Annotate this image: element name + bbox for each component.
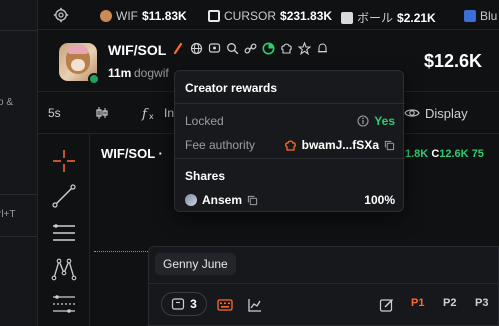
svg-text:f: f bbox=[141, 107, 149, 121]
locked-label: Locked bbox=[185, 114, 224, 128]
fib-levels-icon[interactable] bbox=[51, 292, 77, 318]
chef-hat-icon[interactable] bbox=[280, 42, 293, 55]
globe-icon[interactable] bbox=[190, 42, 203, 55]
bottom-panel: Genny June 3 P1 P2 P3 bbox=[148, 246, 499, 326]
pump-icon[interactable] bbox=[172, 42, 185, 55]
ticker-item-ball[interactable]: ボール $2.21K bbox=[341, 9, 436, 26]
ticker-price: $11.83K bbox=[142, 9, 187, 23]
token-action-icons bbox=[172, 42, 329, 55]
shares-title: Shares bbox=[185, 169, 226, 183]
fee-authority-row: Fee authority bwamJ...fSXa bbox=[185, 138, 395, 152]
count-value: 3 bbox=[190, 297, 197, 311]
sidebar-fragment-text: o & bbox=[0, 97, 14, 108]
svg-text:x: x bbox=[149, 112, 154, 121]
hat-image bbox=[68, 45, 88, 54]
locked-row: Locked Yes bbox=[185, 114, 395, 128]
cursor-token-icon bbox=[208, 10, 220, 22]
locked-status: Yes bbox=[357, 114, 395, 128]
timeframe-button[interactable]: 5s bbox=[48, 106, 61, 120]
fee-authority-value-group: bwamJ...fSXa bbox=[284, 138, 395, 152]
drawing-tools-panel bbox=[38, 134, 90, 326]
preset-p3-button[interactable]: P3 bbox=[475, 297, 488, 309]
ticker-price: $231.83K bbox=[280, 9, 333, 23]
copy-icon[interactable] bbox=[247, 195, 258, 206]
bottom-panel-toolbar: 3 P1 P2 P3 bbox=[149, 283, 499, 319]
ticker-price: $2.21K bbox=[397, 10, 436, 25]
ticker-name: WIF bbox=[116, 9, 138, 23]
holder-share: 100% bbox=[364, 193, 395, 207]
chart-symbol-label: WIF/SOL · bbox=[101, 146, 163, 161]
sidebar-shortcut-text: rl+T bbox=[0, 209, 16, 220]
ohlc-readout: 1.8K C12.6K 75 bbox=[405, 148, 484, 160]
left-sidebar-strip: o & rl+T bbox=[0, 0, 38, 326]
display-button[interactable]: Display bbox=[404, 105, 468, 121]
search-icon[interactable] bbox=[226, 42, 239, 55]
line-chart-icon[interactable] bbox=[247, 297, 263, 313]
token-handle[interactable]: dogwif bbox=[134, 66, 169, 80]
trend-line-icon[interactable] bbox=[51, 183, 77, 209]
fee-authority-address[interactable]: bwamJ...fSXa bbox=[302, 138, 379, 152]
ticker-name: ボール bbox=[357, 11, 394, 25]
popup-title: Creator rewards bbox=[185, 81, 278, 95]
horizontal-lines-icon[interactable] bbox=[51, 220, 77, 246]
holder-name[interactable]: Ansem bbox=[202, 193, 242, 207]
ticker-item-wif[interactable]: WIF $11.83K bbox=[100, 9, 187, 23]
share-holder-row: Ansem 100% bbox=[185, 193, 395, 207]
dog-face-image bbox=[71, 59, 85, 71]
sidebar-divider bbox=[0, 236, 38, 237]
count-button[interactable]: 3 bbox=[161, 292, 207, 316]
ball-token-icon bbox=[341, 11, 353, 24]
keyboard-icon[interactable] bbox=[217, 297, 233, 313]
info-icon[interactable] bbox=[357, 115, 369, 127]
box-icon bbox=[172, 298, 185, 310]
candlestick-icon[interactable] bbox=[94, 105, 110, 121]
ticker-name: Blu bbox=[480, 9, 498, 23]
chef-hat-icon bbox=[284, 139, 296, 151]
creator-rewards-popup: Creator rewards Locked Yes Fee authority… bbox=[174, 70, 405, 212]
user-name-tag[interactable]: Genny June bbox=[155, 253, 236, 275]
bell-icon[interactable] bbox=[316, 42, 329, 55]
ohlc-extra-value: 75 bbox=[471, 148, 484, 160]
token-pair-title: WIF/SOL bbox=[108, 42, 167, 58]
wif-token-icon bbox=[100, 10, 112, 22]
eye-icon bbox=[404, 109, 420, 117]
popup-divider bbox=[175, 158, 405, 159]
market-cap-value: $12.6K bbox=[423, 51, 482, 71]
sidebar-divider bbox=[0, 194, 38, 195]
fee-authority-label: Fee authority bbox=[185, 138, 256, 152]
ohlc-close-value: 12.6K bbox=[439, 148, 469, 160]
main-area: WIF $11.83K CURSOR $231.83K ボール $2.21K B… bbox=[38, 0, 499, 326]
ticker-item-cursor[interactable]: CURSOR $231.83K bbox=[208, 9, 332, 23]
popup-divider bbox=[175, 103, 405, 104]
preset-p1-button[interactable]: P1 bbox=[411, 297, 424, 309]
community-icon[interactable] bbox=[208, 42, 221, 55]
pie-chart-icon[interactable] bbox=[262, 42, 275, 55]
display-label: Display bbox=[425, 105, 468, 121]
link-icon[interactable] bbox=[244, 42, 257, 55]
token-age: 11m bbox=[108, 66, 132, 80]
pattern-tool-icon[interactable] bbox=[51, 256, 77, 282]
holder-avatar bbox=[185, 194, 197, 206]
crosshair-icon[interactable] bbox=[51, 148, 77, 174]
verified-badge-icon bbox=[88, 73, 100, 85]
ticker-bar: WIF $11.83K CURSOR $231.83K ボール $2.21K B… bbox=[38, 0, 499, 30]
copy-icon[interactable] bbox=[384, 140, 395, 151]
ticker-name: CURSOR bbox=[224, 9, 277, 23]
edit-icon[interactable] bbox=[379, 297, 395, 313]
blu-token-icon bbox=[464, 10, 476, 22]
ohlc-high-value: 1.8K bbox=[405, 148, 429, 160]
indicators-button[interactable]: In bbox=[164, 106, 174, 120]
preset-p2-button[interactable]: P2 bbox=[443, 297, 456, 309]
gear-icon[interactable] bbox=[53, 7, 69, 23]
star-icon[interactable] bbox=[298, 42, 311, 55]
sidebar-divider bbox=[0, 30, 38, 31]
function-icon[interactable]: f x bbox=[141, 105, 157, 121]
locked-value: Yes bbox=[374, 114, 395, 128]
ticker-item-blu[interactable]: Blu bbox=[464, 9, 497, 23]
